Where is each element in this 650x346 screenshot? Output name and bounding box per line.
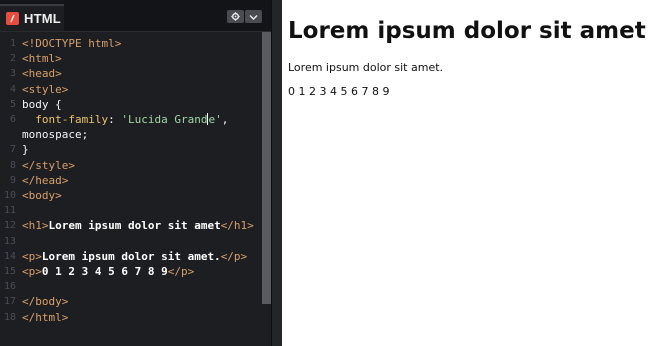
code-token: , bbox=[221, 113, 229, 126]
code-text: <p>Lorem ipsum dolor sit amet.</p> bbox=[22, 249, 247, 264]
settings-button[interactable] bbox=[227, 10, 244, 23]
chevron-down-icon bbox=[249, 8, 258, 26]
code-text: <p>0 1 2 3 4 5 6 7 8 9</p> bbox=[22, 264, 194, 279]
code-token: : bbox=[108, 113, 122, 126]
code-token: Lorem ipsum dolor sit amet bbox=[48, 219, 221, 233]
code-token: } bbox=[22, 143, 29, 157]
code-token: </html> bbox=[22, 310, 69, 324]
tab-html-label: HTML bbox=[24, 11, 61, 26]
tab-html[interactable]: HTML bbox=[0, 4, 64, 31]
code-token: <h1> bbox=[22, 219, 49, 233]
code-text: </html> bbox=[22, 310, 68, 325]
code-text: font-family: 'Lucida Grande', bbox=[22, 112, 228, 127]
code-text: monospace; bbox=[22, 127, 88, 142]
line-number: 11 bbox=[3, 205, 16, 217]
code-token: Lorem ipsum dolor sit amet. bbox=[41, 249, 221, 263]
line-number: 1 bbox=[9, 38, 16, 49]
code-token: <!DOCTYPE html> bbox=[22, 37, 122, 50]
code-token: </p> bbox=[167, 265, 195, 278]
line-number: 12 bbox=[3, 220, 16, 232]
code-token: <p> bbox=[22, 265, 42, 278]
line-number: 2 bbox=[9, 53, 16, 65]
code-token: <html> bbox=[22, 52, 62, 66]
code-token: <body> bbox=[22, 189, 62, 202]
editor-scrollbar[interactable] bbox=[262, 32, 271, 304]
code-token: </body> bbox=[22, 295, 69, 309]
code-text: <body> bbox=[22, 188, 62, 203]
code-token: <style> bbox=[22, 82, 69, 96]
code-token: monospace; bbox=[22, 128, 89, 142]
line-number: 10 bbox=[3, 190, 16, 201]
code-token: 0 1 2 3 4 5 6 7 8 9 bbox=[41, 265, 168, 278]
html-editor-panel: HTML 1 <!DOCTYPE html> 2 <html> 3 <head> 4 <sty… bbox=[0, 0, 271, 346]
code-text: </body> bbox=[22, 294, 68, 309]
line-number: 9 bbox=[9, 174, 16, 186]
gear-icon bbox=[231, 8, 240, 26]
code-token: </p> bbox=[220, 249, 248, 263]
editor-controls bbox=[227, 10, 263, 23]
code-text: <!DOCTYPE html> bbox=[22, 36, 121, 51]
line-number: 6 bbox=[9, 114, 16, 125]
code-text: <head> bbox=[22, 66, 62, 81]
code-text: <style> bbox=[22, 82, 68, 97]
code-text: body { bbox=[22, 97, 62, 112]
line-number: 13 bbox=[3, 235, 16, 247]
line-number: 14 bbox=[3, 250, 16, 262]
code-token: body { bbox=[22, 97, 62, 111]
line-number: 18 bbox=[3, 311, 16, 323]
code-token: <head> bbox=[22, 67, 62, 81]
line-number: 8 bbox=[9, 159, 16, 171]
html-logo-icon bbox=[6, 12, 19, 25]
editor-tab-bar: HTML bbox=[0, 0, 271, 32]
line-number: 3 bbox=[9, 68, 16, 80]
line-number: 4 bbox=[9, 83, 16, 95]
code-text: </head> bbox=[22, 173, 68, 188]
line-number: 16 bbox=[3, 281, 16, 293]
code-text: <html> bbox=[22, 51, 62, 66]
line-number: 7 bbox=[9, 144, 16, 156]
code-text: } bbox=[22, 142, 29, 157]
code-text: <h1>Lorem ipsum dolor sit amet</h1> bbox=[22, 218, 254, 233]
code-text: </style> bbox=[22, 158, 75, 173]
preview-digits: 0 1 2 3 4 5 6 7 8 9 bbox=[288, 85, 390, 98]
code-token: </head> bbox=[22, 173, 69, 187]
line-number: 5 bbox=[9, 98, 16, 110]
code-token: </h1> bbox=[220, 219, 254, 233]
code-editor[interactable]: 1 <!DOCTYPE html> 2 <html> 3 <head> 4 <style> 5 b… bbox=[0, 32, 262, 346]
preview-heading: Lorem ipsum dolor sit amet bbox=[288, 18, 646, 44]
preview-pane: Lorem ipsum dolor sit amet Lorem ipsum d… bbox=[282, 0, 650, 346]
preview-paragraph: Lorem ipsum dolor sit amet. bbox=[288, 61, 444, 74]
panel-resize-handle[interactable] bbox=[271, 0, 282, 346]
line-number: 15 bbox=[3, 266, 16, 277]
code-token: </style> bbox=[22, 158, 75, 172]
line-number: 17 bbox=[3, 296, 16, 308]
code-token: 'Lucida Grande' bbox=[121, 113, 222, 126]
code-token: <p> bbox=[22, 249, 42, 263]
code-token: font-family bbox=[35, 113, 109, 126]
editor-options-dropdown[interactable] bbox=[245, 10, 262, 23]
